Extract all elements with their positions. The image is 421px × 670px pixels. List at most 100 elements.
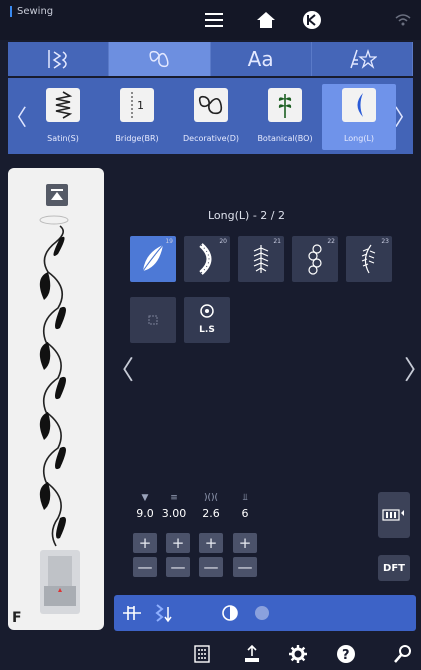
- svg-text:?: ?: [342, 648, 350, 663]
- ls-label: L.S: [199, 325, 215, 335]
- page-prev-arrow[interactable]: 〈: [108, 350, 134, 387]
- stitch-width-value: 9.0: [136, 507, 154, 520]
- wrench-icon: [394, 645, 411, 663]
- empty-memory-slot[interactable]: [130, 297, 176, 343]
- help-button[interactable]: ?: [334, 642, 358, 666]
- stitch-length-param: ≡ 3.00: [159, 493, 189, 520]
- tension-decrease-button[interactable]: —: [233, 557, 257, 577]
- mirror-icon: [222, 605, 238, 621]
- category-decorative[interactable]: Decorative(D): [174, 84, 248, 150]
- disabled-tool-icon: [255, 606, 269, 620]
- scroll-top-icon: [51, 189, 63, 200]
- category-label: Decorative(D): [183, 134, 239, 143]
- mirror-button[interactable]: [218, 601, 242, 625]
- width-icon: ▼: [141, 493, 149, 503]
- stitch-22[interactable]: 22: [292, 236, 338, 282]
- category-label: Botanical(BO): [257, 134, 313, 143]
- satin-icon: [46, 88, 80, 122]
- page-next-arrow[interactable]: 〉: [404, 350, 421, 387]
- settings-button[interactable]: [286, 642, 310, 666]
- disabled-tool-button[interactable]: [250, 601, 274, 625]
- scroll-top-button[interactable]: [46, 184, 68, 206]
- ls-icon: [200, 304, 214, 318]
- decorative-stitch-icon: [149, 50, 169, 68]
- stitch-21-icon: [253, 245, 269, 273]
- stitch-mode-icon: [155, 604, 172, 623]
- category-botanical[interactable]: Botanical(BO): [248, 84, 322, 150]
- maintenance-button[interactable]: [390, 642, 414, 666]
- length-decrease-button[interactable]: —: [166, 557, 190, 577]
- upload-icon: [245, 644, 259, 662]
- bobbin-settings-button[interactable]: [378, 492, 410, 538]
- wifi-icon: [392, 8, 414, 32]
- stitch-width-param: ▼ 9.0: [130, 493, 160, 520]
- svg-text:1: 1: [137, 99, 144, 112]
- stitch-preview-panel[interactable]: F: [8, 168, 104, 630]
- top-bar: Sewing: [0, 0, 421, 40]
- stitch-density-value: 2.6: [202, 507, 220, 520]
- save-upload-button[interactable]: [240, 642, 264, 666]
- home-icon[interactable]: [254, 8, 278, 32]
- category-satin[interactable]: Satin(S): [26, 84, 100, 150]
- menu-icon[interactable]: [202, 8, 226, 32]
- help-icon: ?: [337, 645, 355, 663]
- presser-foot-letter: F: [12, 610, 22, 626]
- density-increase-button[interactable]: +: [199, 533, 223, 553]
- gear-icon: [289, 645, 307, 663]
- tab-alphabet[interactable]: Aa: [211, 42, 312, 76]
- tab-favorites[interactable]: [312, 42, 413, 76]
- bottom-bar: ?: [0, 638, 421, 670]
- decorative-icon: [194, 88, 228, 122]
- ls-button[interactable]: L.S: [184, 297, 230, 343]
- category-bridge[interactable]: 1 Bridge(BR): [100, 84, 174, 150]
- stitch-category-row: 〈 〉 Satin(S) 1 Bridge(BR) Decorative(D) …: [5, 78, 416, 154]
- width-decrease-button[interactable]: —: [133, 557, 157, 577]
- thread-tension-value: 6: [241, 507, 249, 520]
- density-decrease-button[interactable]: —: [199, 557, 223, 577]
- favorite-stitch-icon: [350, 48, 377, 69]
- stitch-preview-pattern: [39, 215, 69, 547]
- stitch-mode-button[interactable]: [152, 601, 176, 625]
- bobbin-settings-icon: [382, 509, 404, 521]
- category-tabs: Aa: [8, 42, 413, 76]
- thread-tension-param: ⫫ 6: [230, 493, 260, 520]
- category-label: Long(L): [343, 134, 375, 143]
- width-increase-button[interactable]: +: [133, 533, 157, 553]
- density-icon: )()(: [203, 493, 219, 503]
- needle-position-button[interactable]: [120, 601, 144, 625]
- length-increase-button[interactable]: +: [166, 533, 190, 553]
- edit-tool-row: [114, 595, 416, 631]
- category-label: Bridge(BR): [115, 134, 159, 143]
- stitch-density-param: )()( 2.6: [196, 493, 226, 520]
- stitch-22-icon: [308, 244, 322, 275]
- tension-increase-button[interactable]: +: [233, 533, 257, 553]
- stitch-19-icon: [142, 244, 164, 272]
- stitch-20-icon: [199, 243, 212, 275]
- botanical-icon: [268, 88, 302, 122]
- back-icon[interactable]: [300, 8, 324, 32]
- stitch-23[interactable]: 23: [346, 236, 392, 282]
- category-label: Satin(S): [47, 134, 79, 143]
- category-next-arrow[interactable]: 〉: [394, 98, 416, 134]
- alphabet-tab-label: Aa: [247, 47, 274, 71]
- utility-stitch-icon: [48, 50, 67, 69]
- stitch-23-icon: [361, 244, 376, 274]
- embroidery-button[interactable]: [190, 642, 214, 666]
- embroidery-icon: [194, 645, 210, 663]
- bridge-icon: 1: [120, 88, 154, 122]
- needle-position-icon: [123, 606, 141, 620]
- length-icon: ≡: [170, 493, 178, 503]
- category-prev-arrow[interactable]: 〈: [5, 98, 27, 134]
- default-settings-button[interactable]: DFT: [378, 555, 410, 581]
- presser-foot-image: [40, 550, 80, 614]
- empty-slot-icon: [148, 315, 158, 325]
- long-icon: [342, 88, 376, 122]
- category-long[interactable]: Long(L): [322, 84, 396, 150]
- page-title: Long(L) - 2 / 2: [208, 209, 285, 222]
- stitch-21[interactable]: 21: [238, 236, 284, 282]
- tension-icon: ⫫: [242, 493, 248, 503]
- stitch-20[interactable]: 20: [184, 236, 230, 282]
- stitch-19[interactable]: 19: [130, 236, 176, 282]
- tab-utility-stitches[interactable]: [8, 42, 110, 76]
- tab-decorative-stitches[interactable]: [109, 42, 211, 76]
